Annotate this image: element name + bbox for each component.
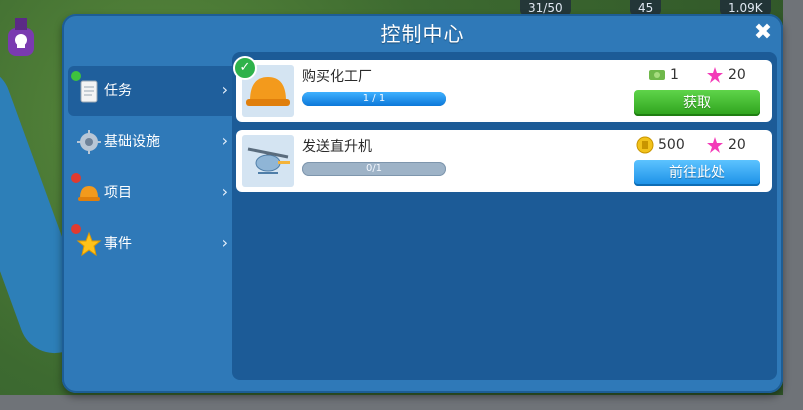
task-progress-bar: 1 / 1 bbox=[302, 92, 446, 106]
chevron-right-icon: › bbox=[221, 233, 228, 252]
sidebar-item-projects[interactable]: 项目 › bbox=[68, 168, 232, 218]
go-there-button[interactable]: 前往此处 bbox=[634, 160, 760, 186]
clipboard-icon bbox=[80, 80, 98, 103]
task-name: 发送直升机 bbox=[302, 139, 372, 155]
sidebar-item-label: 事件 bbox=[104, 236, 132, 252]
task-progress-bar: 0/1 bbox=[302, 162, 446, 176]
sidebar-item-label: 任务 bbox=[104, 83, 132, 99]
sidebar-item-infrastructure[interactable]: 基础设施 › bbox=[68, 117, 232, 167]
control-center-dialog: 控制中心 ✖ 任务 › 基础设施 › 项目 › 事件 › ✓ 购买化工厂 1 /… bbox=[62, 14, 783, 393]
task-thumbnail bbox=[242, 135, 294, 187]
chevron-right-icon: › bbox=[221, 80, 228, 99]
poison-bottle-icon[interactable] bbox=[0, 14, 42, 60]
hardhat-icon bbox=[78, 186, 100, 201]
cash-icon bbox=[649, 70, 665, 80]
task-list: ✓ 购买化工厂 1 / 1 1 20 获取 发送直升机 0/1 500 20 前… bbox=[232, 52, 777, 380]
dialog-title: 控制中心 bbox=[380, 22, 465, 46]
sidebar-item-label: 项目 bbox=[104, 185, 132, 201]
sidebar-item-tasks[interactable]: 任务 › bbox=[68, 66, 232, 116]
task-card: 发送直升机 0/1 500 20 前往此处 bbox=[236, 130, 772, 192]
sidebar: 任务 › 基础设施 › 项目 › 事件 › bbox=[68, 66, 232, 270]
star-icon bbox=[76, 231, 102, 257]
sidebar-item-events[interactable]: 事件 › bbox=[68, 219, 232, 269]
close-icon[interactable]: ✖ bbox=[752, 22, 774, 44]
progress-text: 1 / 1 bbox=[362, 93, 386, 104]
progress-text: 0/1 bbox=[365, 163, 383, 174]
claim-button[interactable]: 获取 bbox=[634, 90, 760, 116]
star-icon bbox=[707, 67, 723, 83]
gear-building-icon bbox=[77, 130, 101, 154]
task-name: 购买化工厂 bbox=[302, 69, 372, 85]
chevron-right-icon: › bbox=[221, 131, 228, 150]
star-icon bbox=[707, 137, 723, 153]
sidebar-item-label: 基础设施 bbox=[104, 134, 160, 150]
helicopter-icon bbox=[247, 147, 290, 174]
completed-check-icon: ✓ bbox=[233, 56, 257, 80]
task-card: ✓ 购买化工厂 1 / 1 1 20 获取 bbox=[233, 56, 772, 122]
coin-icon bbox=[636, 136, 654, 154]
chevron-right-icon: › bbox=[221, 182, 228, 201]
